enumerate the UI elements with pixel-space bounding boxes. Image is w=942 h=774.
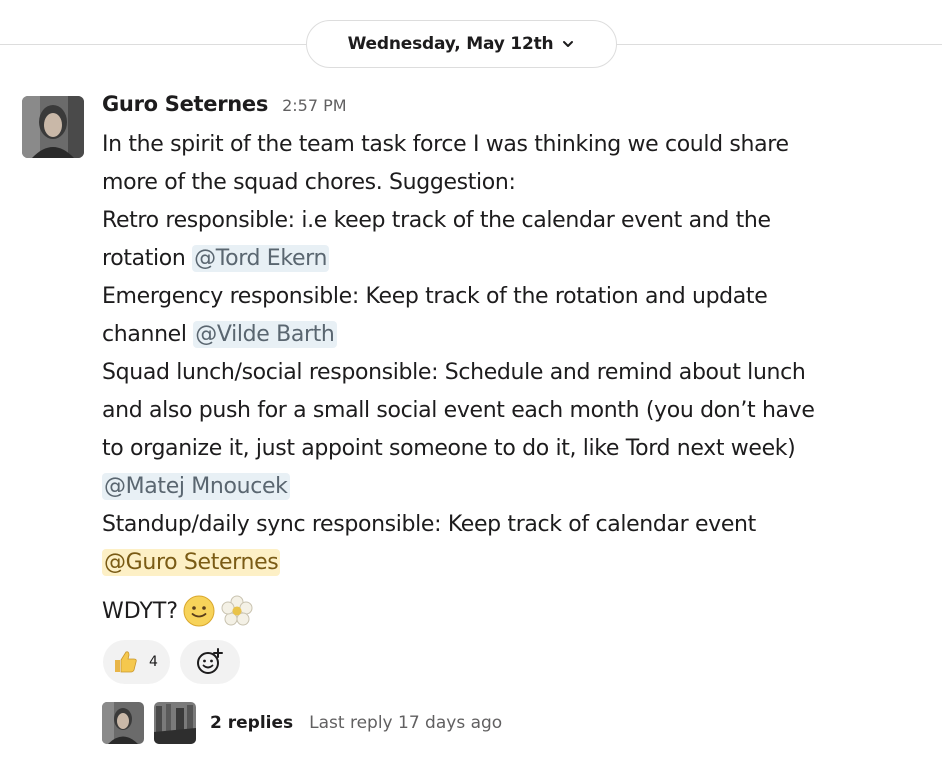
message-line: more of the squad chores. Suggestion: [102, 170, 516, 195]
message-text: rotation [102, 246, 193, 271]
thread-replies-count[interactable]: 2 replies [210, 713, 293, 733]
date-divider-label: Wednesday, May 12th [347, 34, 554, 54]
message-line: Emergency responsible: Keep track of the… [102, 284, 768, 309]
mention-matej-mnoucek[interactable]: @Matej Mnoucek [102, 473, 290, 500]
message-line: channel @Vilde Barth [102, 316, 902, 354]
thumbs-up-icon [115, 651, 137, 673]
user-avatar-icon [154, 702, 196, 744]
reaction-thumbs-up[interactable]: 4 [103, 640, 170, 684]
chevron-down-icon [563, 41, 574, 47]
message-body: In the spirit of the team task force I w… [102, 126, 902, 582]
message-line: @Guro Seternes [102, 544, 902, 582]
mention-tord-ekern[interactable]: @Tord Ekern [192, 245, 330, 272]
user-avatar-icon [102, 702, 144, 744]
message-line: In the spirit of the team task force I w… [102, 132, 789, 157]
message-text: channel [102, 322, 194, 347]
message-closing: WDYT? [102, 594, 254, 628]
message-line: Squad lunch/social responsible: Schedule… [102, 360, 806, 385]
thread-last-reply: Last reply 17 days ago [309, 713, 503, 733]
author-avatar[interactable] [22, 96, 84, 158]
author-name[interactable]: Guro Seternes [102, 92, 268, 116]
message-line: @Matej Mnoucek [102, 468, 902, 506]
mention-vilde-barth[interactable]: @Vilde Barth [193, 321, 337, 348]
thread-summary[interactable]: 2 replies Last reply 17 days ago [102, 702, 502, 744]
reaction-count: 4 [149, 654, 158, 670]
slightly-smiling-face-icon [183, 595, 215, 627]
date-divider-button[interactable]: Wednesday, May 12th [306, 20, 617, 68]
reactions-bar: 4 [103, 640, 240, 684]
blossom-icon [221, 595, 253, 626]
message-line: Retro responsible: i.e keep track of the… [102, 208, 771, 233]
replier-avatar [154, 702, 196, 744]
add-reaction-icon [196, 648, 223, 674]
add-reaction-button[interactable] [179, 640, 240, 684]
message-timestamp[interactable]: 2:57 PM [282, 96, 346, 115]
user-avatar-icon [22, 96, 84, 158]
message-line: Standup/daily sync responsible: Keep tra… [102, 512, 756, 537]
message-line: and also push for a small social event e… [102, 398, 815, 423]
message-line: to organize it, just appoint someone to … [102, 436, 796, 461]
mention-guro-seternes[interactable]: @Guro Seternes [102, 549, 281, 576]
replier-avatar [102, 702, 144, 744]
closing-text: WDYT? [102, 598, 179, 624]
message-header: Guro Seternes 2:57 PM [102, 92, 347, 116]
message-line: rotation @Tord Ekern [102, 240, 902, 278]
